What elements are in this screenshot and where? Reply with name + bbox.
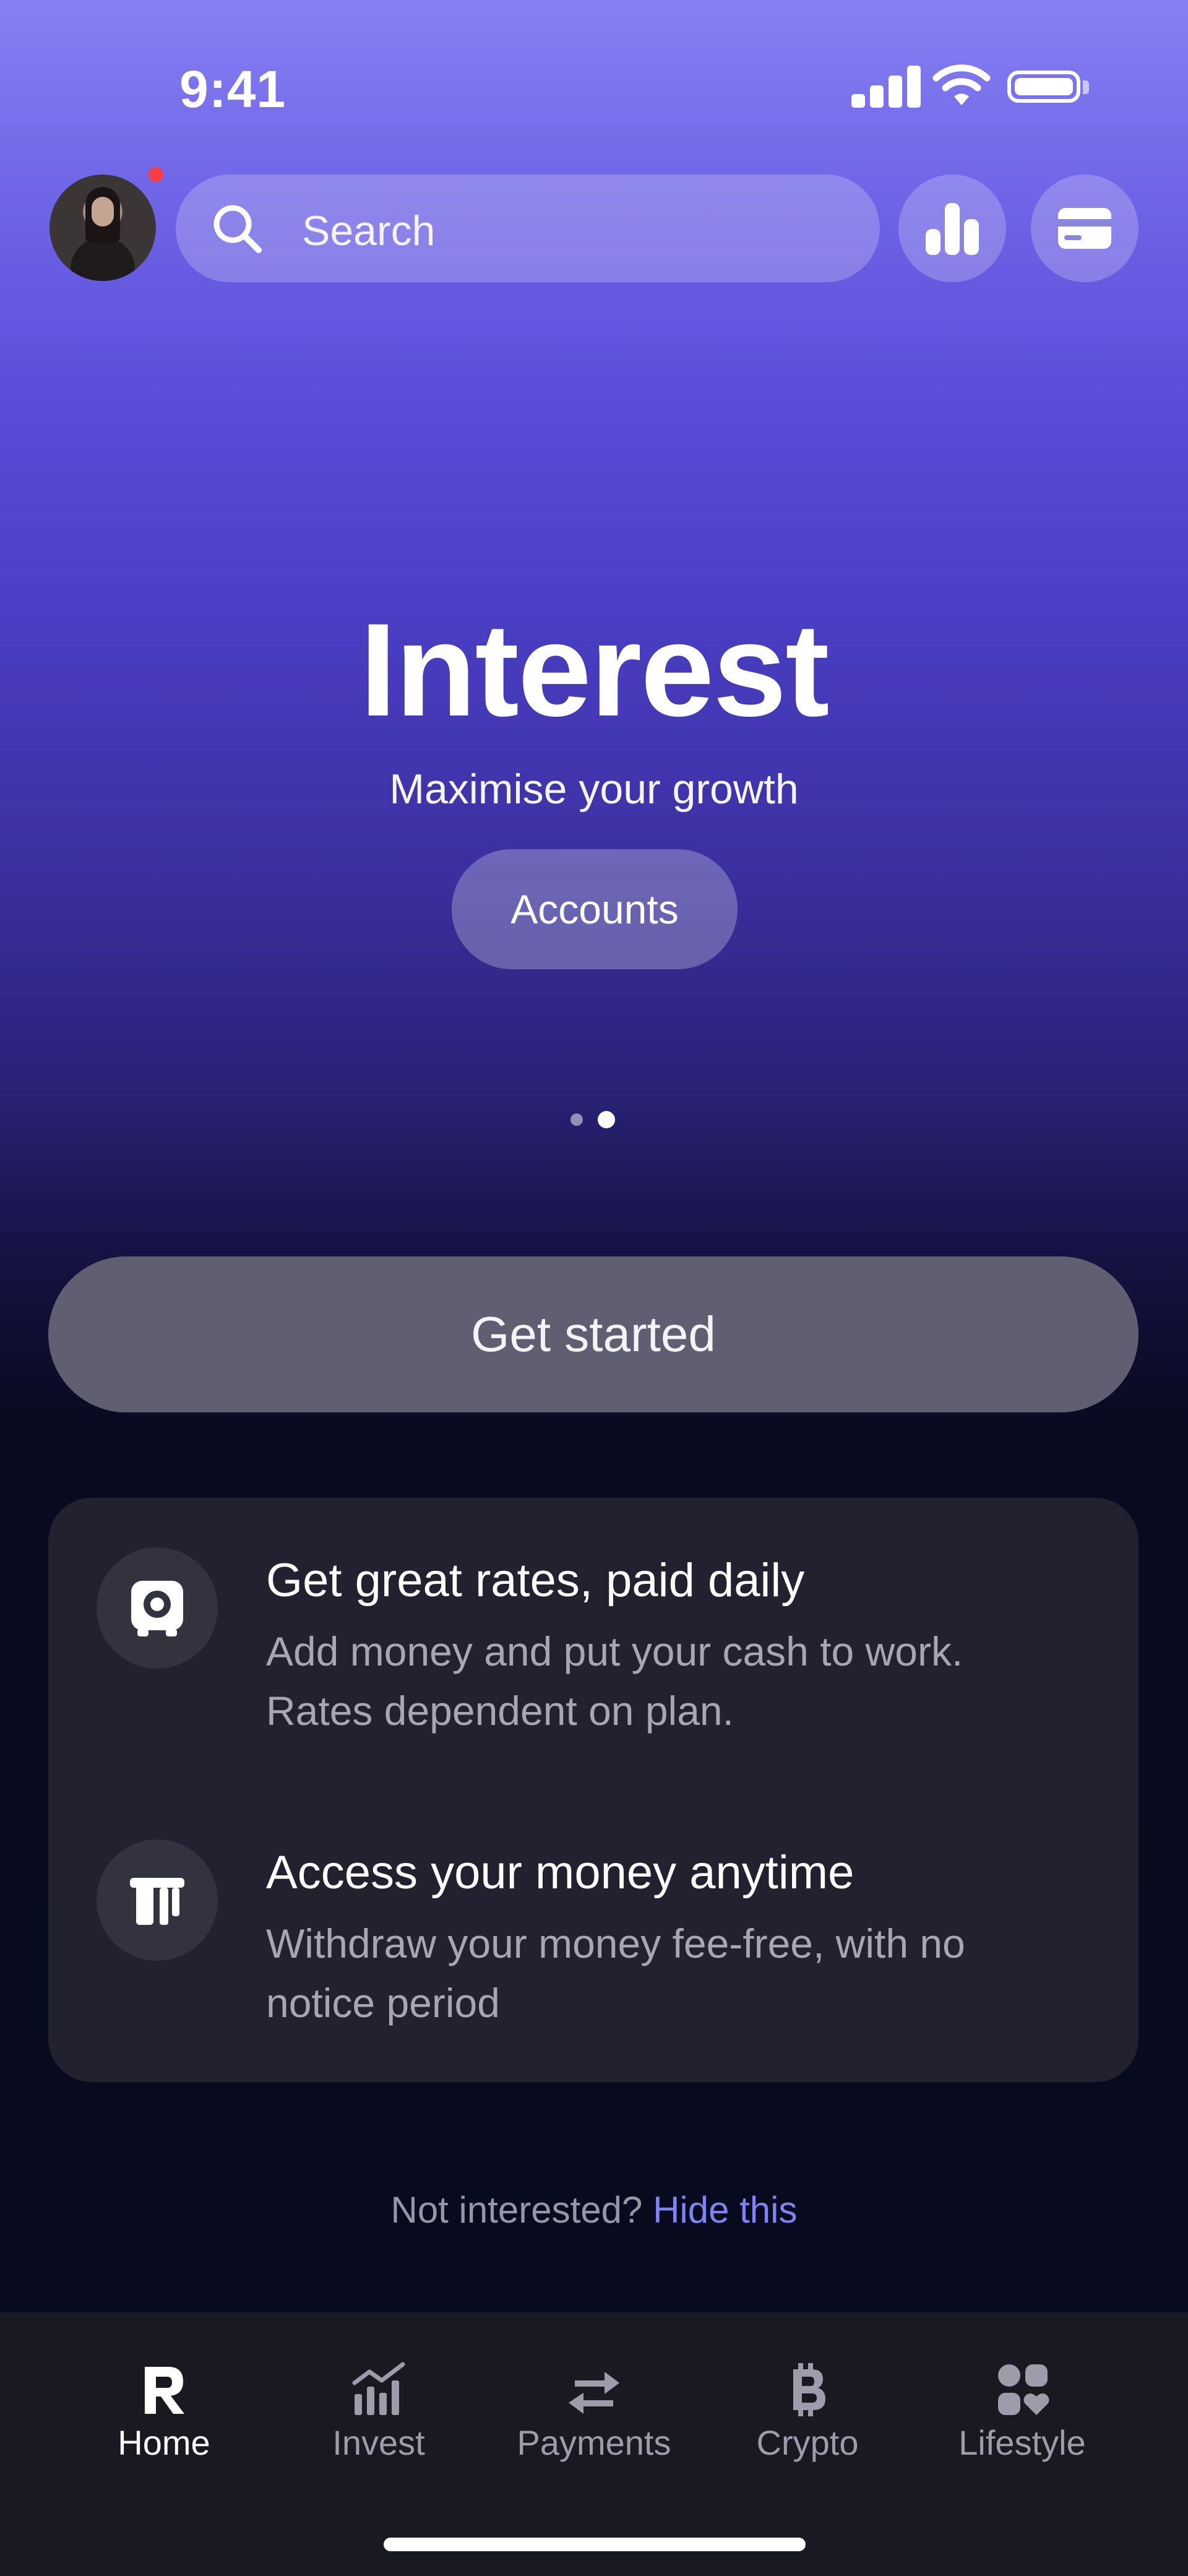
tab-home[interactable]: Home bbox=[71, 2337, 257, 2473]
withdraw-icon bbox=[130, 1878, 184, 1925]
feature-title: Get great rates, paid daily bbox=[266, 1554, 805, 1607]
tab-label: Home bbox=[118, 2423, 210, 2462]
bitcoin-icon bbox=[793, 2363, 825, 2416]
get-started-button[interactable]: Get started bbox=[48, 1256, 1138, 1412]
screen: 9:41 Search Interest Maximise your growt… bbox=[0, 0, 1188, 2576]
feature-description: Withdraw your money fee-free, with no no… bbox=[266, 1921, 965, 2026]
search-icon bbox=[213, 205, 262, 253]
tab-crypto[interactable]: Crypto bbox=[715, 2337, 900, 2473]
feature-description: Add money and put your cash to work. Rat… bbox=[266, 1628, 963, 1734]
cards-button[interactable] bbox=[1031, 175, 1138, 282]
wifi-icon bbox=[932, 64, 991, 105]
tab-label: Payments bbox=[517, 2423, 671, 2462]
battery-icon bbox=[1007, 71, 1080, 103]
hide-prompt-text: Not interested? bbox=[390, 2189, 643, 2231]
tab-bar: Home Invest Payments Crypto Lifestyle bbox=[0, 2312, 1188, 2576]
search-bar[interactable]: Search bbox=[176, 175, 880, 282]
tab-lifestyle[interactable]: Lifestyle bbox=[929, 2337, 1115, 2473]
transfer-arrows-icon bbox=[569, 2372, 619, 2414]
tab-label: Crypto bbox=[756, 2423, 859, 2462]
lifestyle-grid-icon bbox=[998, 2364, 1049, 2415]
notification-dot bbox=[148, 167, 163, 182]
feature-title: Access your money anytime bbox=[266, 1846, 854, 1899]
features-card: Get great rates, paid daily Add money an… bbox=[48, 1498, 1138, 2082]
hide-prompt: Not interested? Hide this bbox=[0, 2189, 1188, 2231]
tab-label: Invest bbox=[332, 2423, 425, 2462]
hide-this-link[interactable]: Hide this bbox=[653, 2189, 797, 2231]
bar-chart-icon bbox=[926, 203, 979, 255]
search-placeholder: Search bbox=[302, 207, 436, 254]
hero-title: Interest bbox=[359, 596, 829, 744]
carousel-dot-active[interactable] bbox=[598, 1111, 615, 1128]
carousel-dot[interactable] bbox=[570, 1113, 583, 1126]
hero-subtitle: Maximise your growth bbox=[389, 766, 799, 813]
tab-invest[interactable]: Invest bbox=[286, 2337, 471, 2473]
revolut-r-icon bbox=[145, 2367, 184, 2414]
tab-label: Lifestyle bbox=[958, 2423, 1086, 2462]
safe-icon bbox=[131, 1581, 183, 1636]
accounts-button[interactable]: Accounts bbox=[452, 849, 738, 969]
home-indicator[interactable] bbox=[384, 2538, 806, 2551]
card-icon bbox=[1058, 208, 1111, 249]
status-time: 9:41 bbox=[179, 60, 286, 118]
tab-payments[interactable]: Payments bbox=[501, 2337, 687, 2473]
invest-chart-icon bbox=[352, 2362, 405, 2415]
avatar[interactable] bbox=[50, 175, 156, 281]
analytics-button[interactable] bbox=[898, 175, 1006, 282]
